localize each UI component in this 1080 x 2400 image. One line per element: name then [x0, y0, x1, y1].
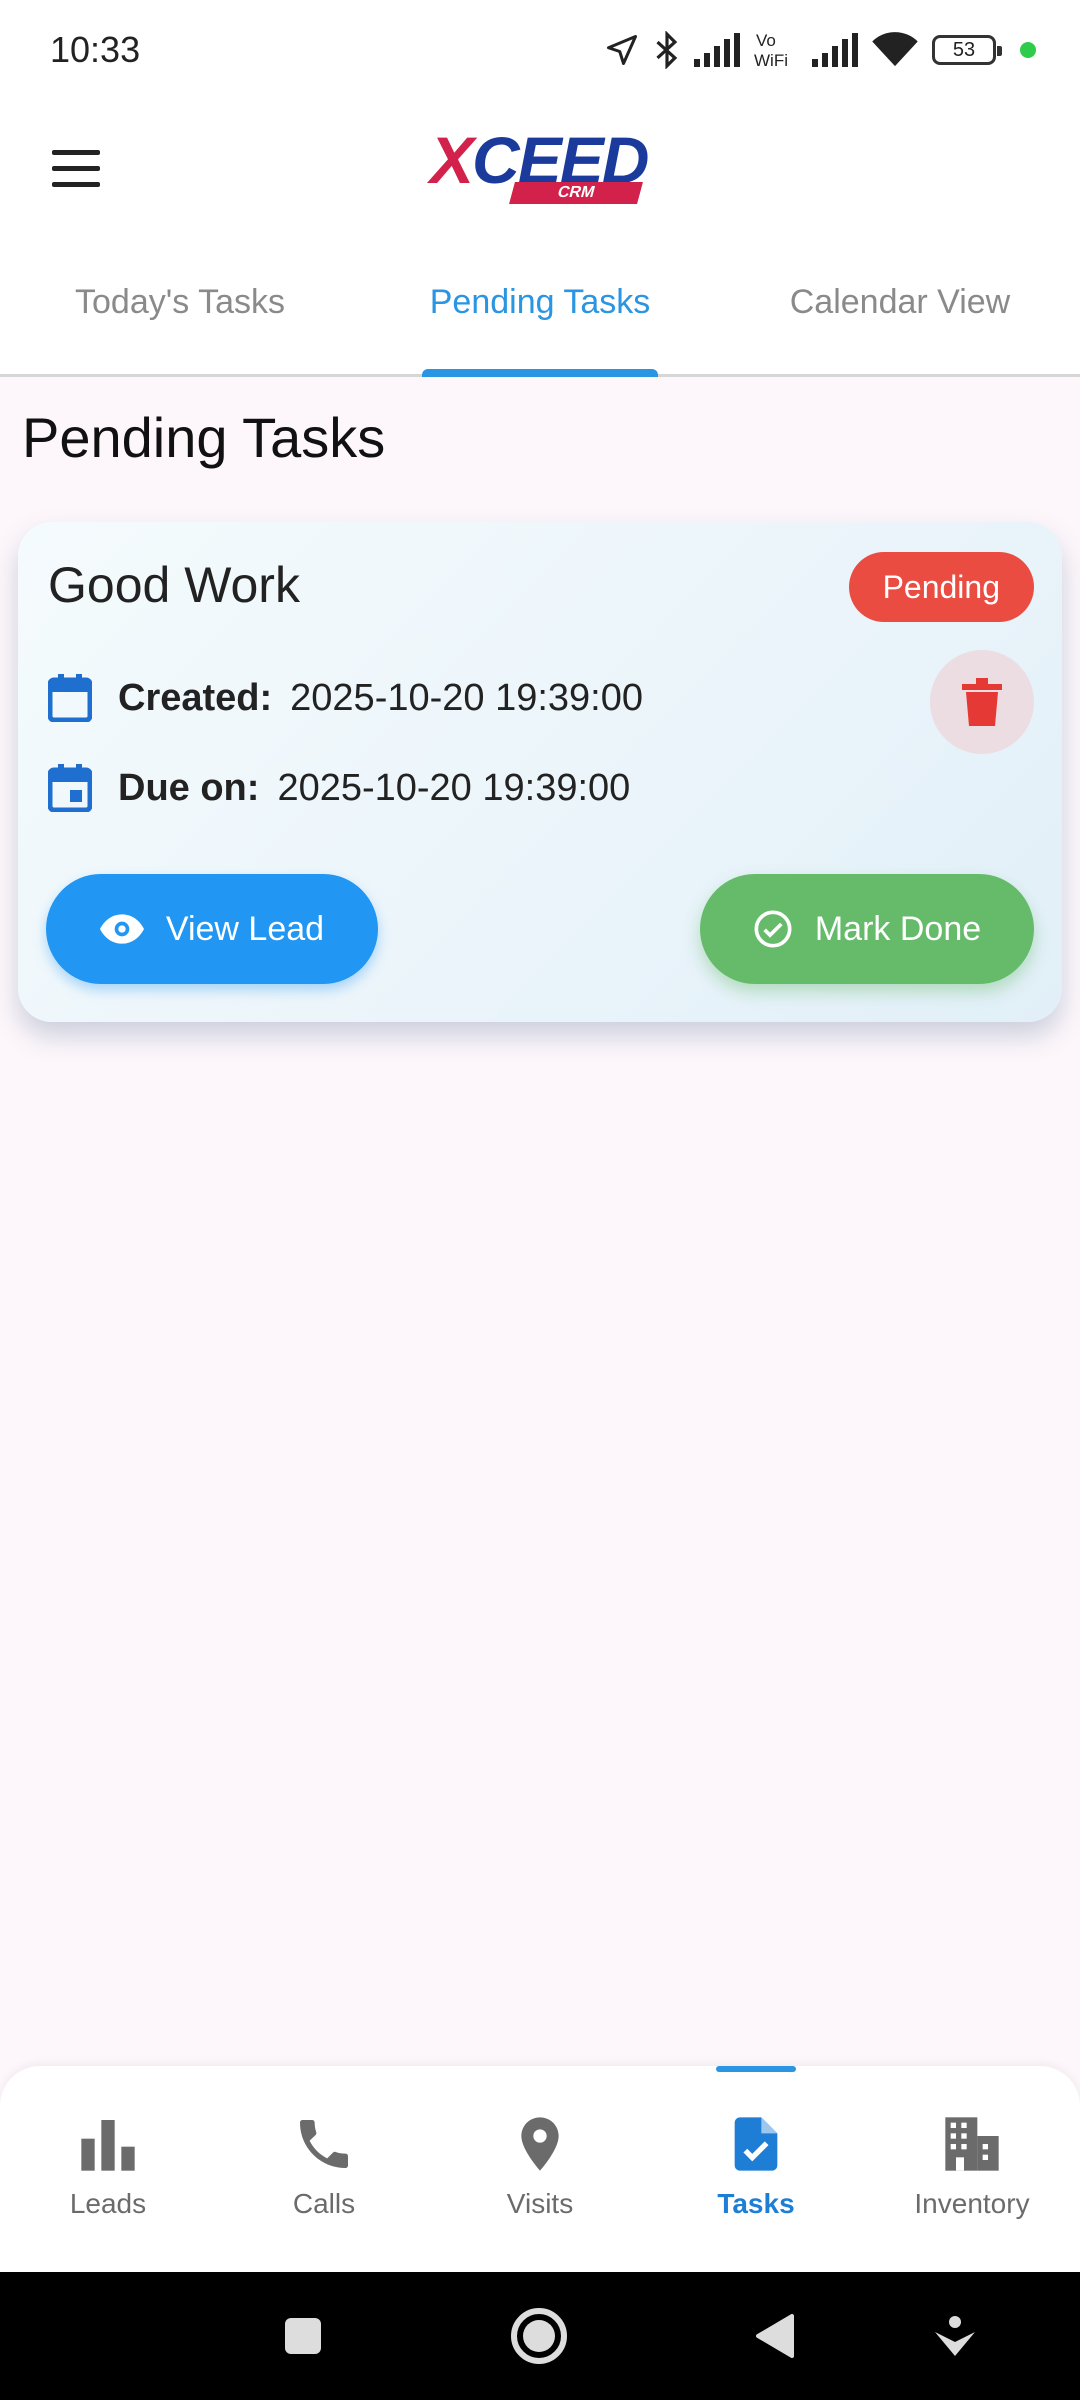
- signal-icon: [694, 33, 740, 67]
- trash-icon: [962, 678, 1002, 726]
- status-time: 10:33: [50, 29, 141, 70]
- check-circle-icon: [754, 910, 792, 948]
- task-document-icon: [734, 2117, 778, 2171]
- nav-item-calls[interactable]: Calls: [216, 2066, 432, 2272]
- task-tabs: Today's Tasks Pending Tasks Calendar Vie…: [0, 240, 1080, 377]
- bottom-nav: Leads Calls Visits Tasks Inventory: [0, 2066, 1080, 2272]
- battery-level: 53: [952, 38, 976, 61]
- bluetooth-icon: [656, 31, 678, 69]
- bar-chart-icon: [81, 2120, 135, 2171]
- signal-icon: [812, 33, 858, 67]
- wifi-icon: [872, 32, 918, 67]
- task-title: Good Work: [48, 557, 300, 613]
- circle-icon: [511, 2308, 567, 2364]
- tab-todays-tasks[interactable]: Today's Tasks: [0, 240, 360, 374]
- mark-done-label: Mark Done: [814, 909, 982, 948]
- due-row: Due on: 2025-10-20 19:39:00: [48, 764, 630, 812]
- square-icon: [285, 2318, 321, 2354]
- created-row: Created: 2025-10-20 19:39:00: [48, 674, 643, 722]
- svg-text:Vo: Vo: [756, 31, 776, 50]
- nav-label-inventory: Inventory: [914, 2188, 1030, 2219]
- system-navigation-bar: [0, 2272, 1080, 2400]
- nav-item-inventory[interactable]: Inventory: [864, 2066, 1080, 2272]
- phone-icon: [300, 2120, 348, 2168]
- nav-label-tasks: Tasks: [717, 2188, 795, 2219]
- svg-text:WiFi: WiFi: [754, 51, 788, 70]
- status-bar: 10:33 Vo WiFi 53: [0, 0, 1080, 100]
- location-pin-icon: [521, 2117, 559, 2171]
- nav-item-tasks[interactable]: Tasks: [648, 2066, 864, 2272]
- view-lead-label: View Lead: [165, 909, 325, 948]
- back-button[interactable]: [715, 2272, 835, 2400]
- hamburger-menu-icon[interactable]: [48, 146, 108, 196]
- location-arrow-icon: [607, 35, 637, 65]
- accessibility-button[interactable]: [895, 2272, 1015, 2400]
- eye-icon: [99, 914, 144, 944]
- tab-calendar-view[interactable]: Calendar View: [720, 240, 1080, 374]
- buildings-icon: [945, 2117, 999, 2171]
- task-card: Good Work Pending Created: 2025-10-20 19…: [18, 522, 1062, 1022]
- due-label: Due on:: [118, 766, 260, 809]
- view-lead-button[interactable]: View Lead: [46, 874, 378, 984]
- back-triangle-icon: [756, 2314, 794, 2358]
- status-icons: Vo WiFi 53: [604, 30, 1036, 70]
- delete-button[interactable]: [930, 650, 1034, 754]
- nav-label-visits: Visits: [506, 2188, 574, 2219]
- tab-pending-tasks[interactable]: Pending Tasks: [360, 240, 720, 377]
- nav-label-calls: Calls: [292, 2188, 356, 2219]
- app-logo: XCEED CRM: [430, 122, 655, 212]
- nav-item-leads[interactable]: Leads: [0, 2066, 216, 2272]
- nav-label-leads: Leads: [69, 2188, 147, 2219]
- recents-button[interactable]: [243, 2272, 363, 2400]
- home-button[interactable]: [479, 2272, 599, 2400]
- nav-item-visits[interactable]: Visits: [432, 2066, 648, 2272]
- vowifi-icon: VoWiFi: [754, 31, 788, 70]
- created-label: Created:: [118, 676, 273, 719]
- app-bar: XCEED CRM: [0, 100, 1080, 240]
- logo-subtitle: CRM: [509, 182, 643, 204]
- due-value: 2025-10-20 19:39:00: [277, 766, 631, 809]
- status-badge: Pending: [848, 552, 1034, 622]
- created-value: 2025-10-20 19:39:00: [290, 676, 644, 719]
- page-title: Pending Tasks: [22, 406, 386, 469]
- assistant-icon: [935, 2316, 975, 2356]
- mark-done-button[interactable]: Mark Done: [700, 874, 1034, 984]
- calendar-icon: [48, 674, 92, 722]
- privacy-indicator-dot: [1020, 42, 1036, 58]
- calendar-event-icon: [48, 764, 92, 812]
- battery-icon: 53: [932, 35, 1002, 65]
